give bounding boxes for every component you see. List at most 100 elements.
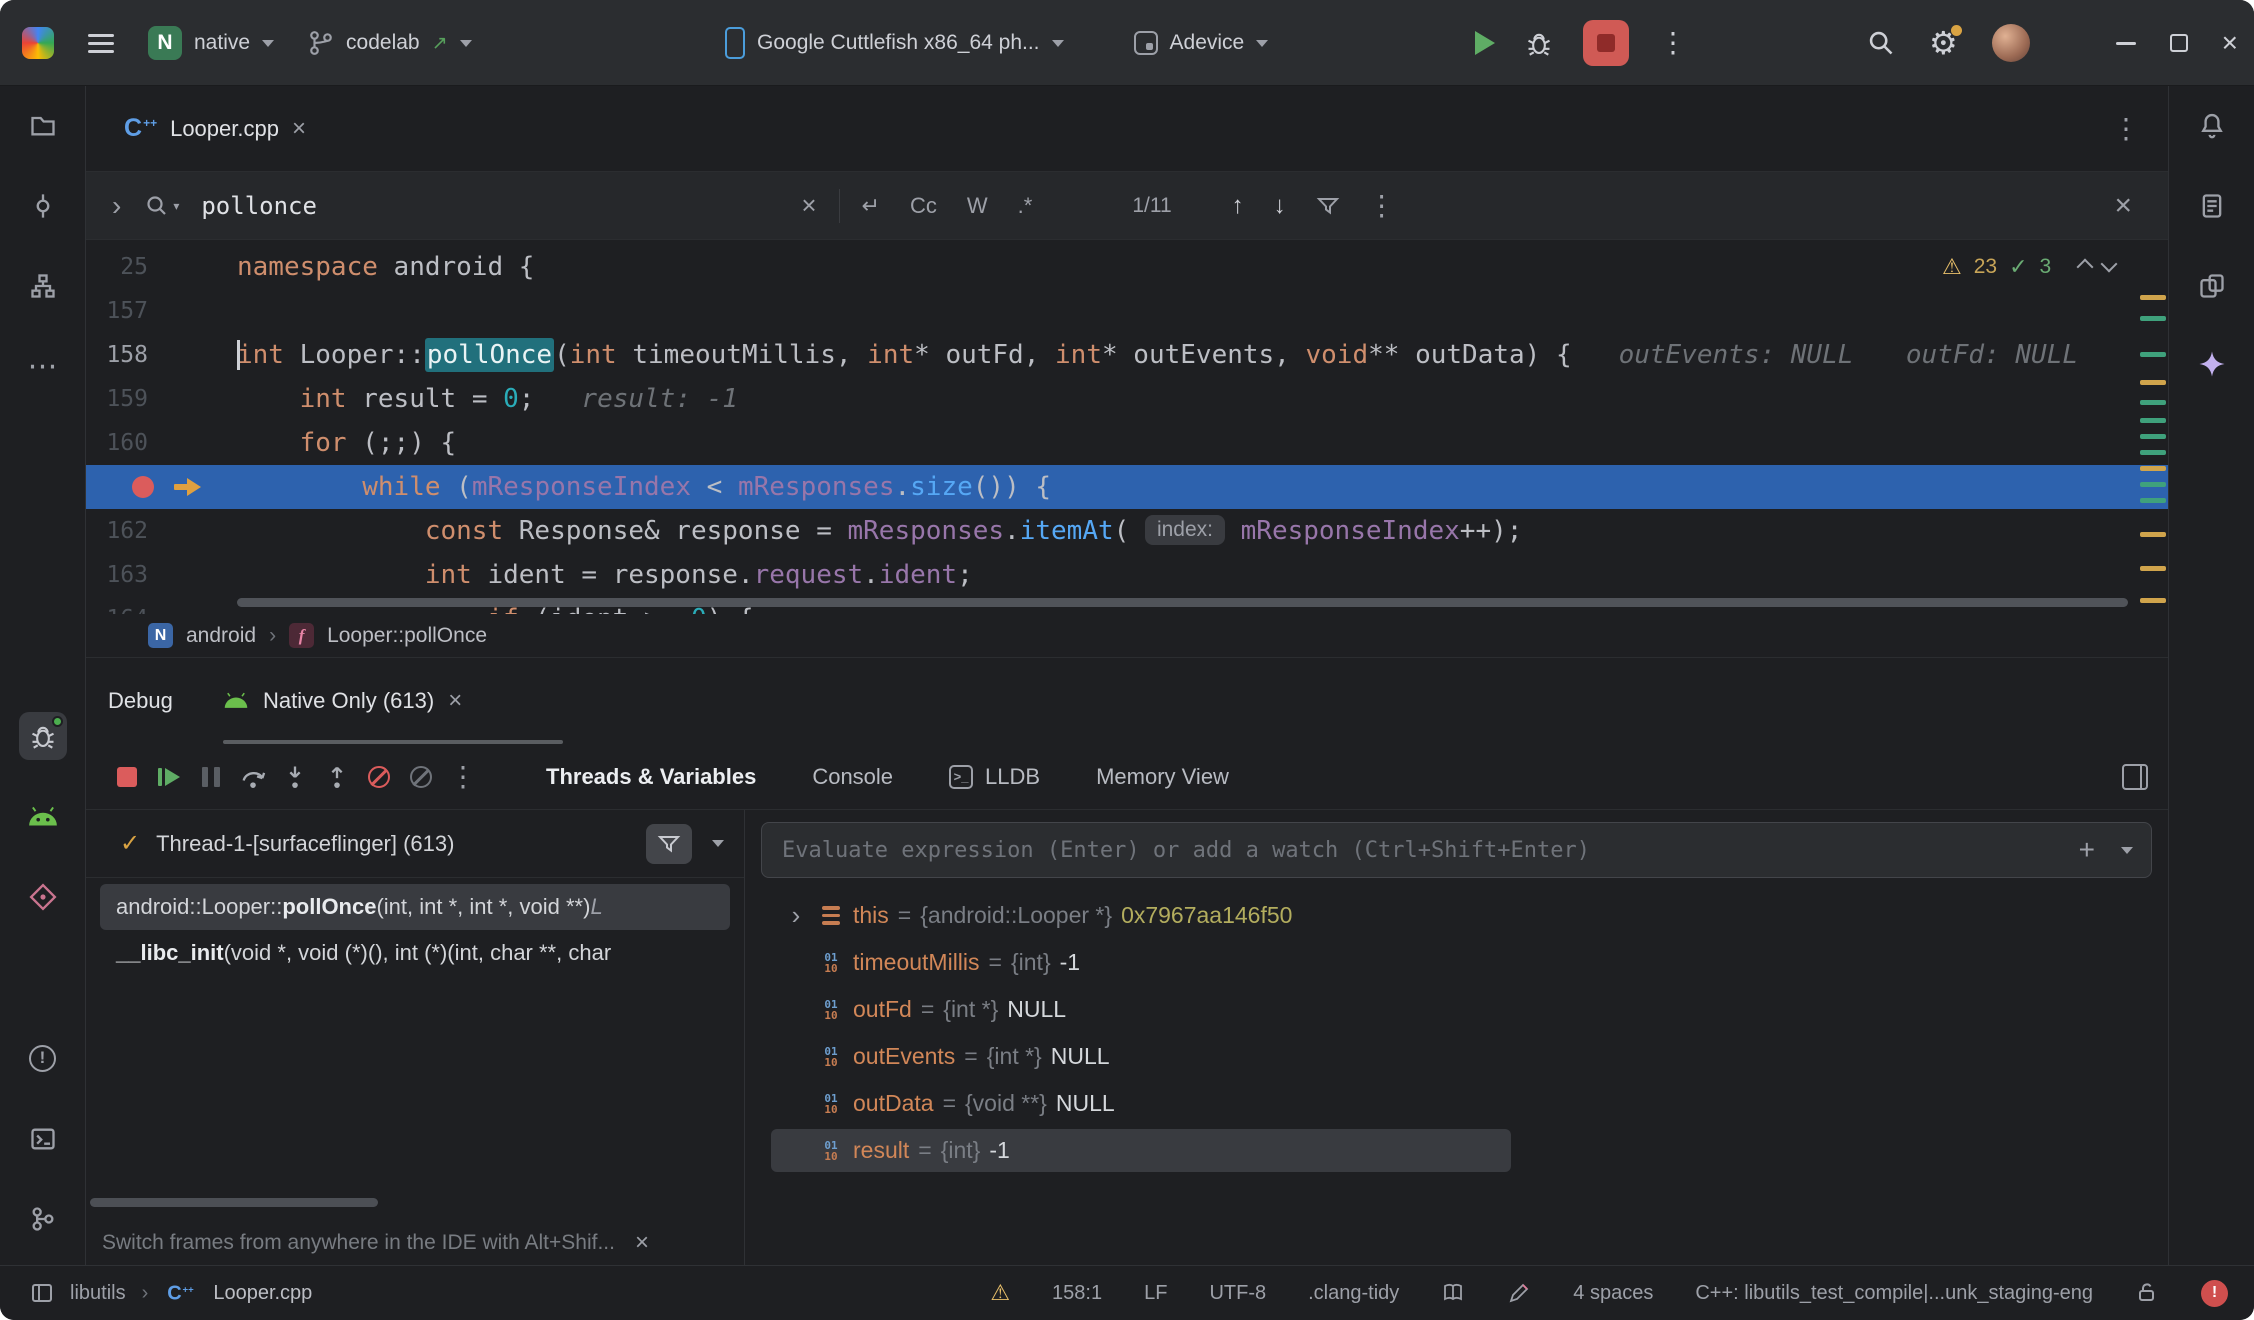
terminal-toolwindow-button[interactable] (19, 1115, 67, 1163)
app-quality-insights-button[interactable] (19, 873, 67, 921)
frame-row[interactable]: android::Looper::pollOnce(int, int *, in… (100, 884, 730, 930)
search-everywhere-icon[interactable] (1867, 29, 1895, 57)
user-avatar[interactable] (1992, 24, 2030, 62)
highlighting-level-icon[interactable] (1507, 1281, 1531, 1305)
chevron-right-icon[interactable]: › (112, 190, 121, 222)
editor-tab-looper[interactable]: C++ Looper.cpp × (114, 86, 316, 171)
step-into-button[interactable] (274, 756, 316, 798)
evaluate-expression-input[interactable]: Evaluate expression (Enter) or add a wat… (761, 822, 2152, 878)
status-file[interactable]: Looper.cpp (213, 1282, 312, 1305)
stripe-mark[interactable] (2140, 498, 2166, 503)
add-watch-icon[interactable]: + (2079, 836, 2095, 864)
frames-filter-button[interactable] (646, 824, 692, 864)
variable-row[interactable]: 0110outEvents={int *}NULL (745, 1033, 2168, 1080)
running-devices-button[interactable] (2188, 262, 2236, 310)
line-number-gutter[interactable]: 162 (86, 509, 237, 553)
window-minimize-button[interactable] (2116, 42, 2136, 45)
unlocked-icon[interactable] (2135, 1281, 2159, 1305)
search-input[interactable]: pollonce (201, 192, 801, 220)
code-line[interactable]: while (mResponseIndex < mResponses.size(… (86, 465, 2168, 509)
search-options-icon[interactable]: ⋮ (1368, 189, 1396, 222)
problems-toolwindow-button[interactable]: ! (19, 1034, 67, 1082)
more-actions-icon[interactable]: ⋮ (1659, 29, 1687, 57)
close-find-icon[interactable]: × (2114, 189, 2132, 223)
line-separator[interactable]: LF (1144, 1282, 1167, 1305)
regex-toggle[interactable]: .* (1018, 193, 1033, 219)
tab-lldb[interactable]: >_LLDB (949, 764, 1040, 790)
stripe-mark[interactable] (2140, 566, 2166, 571)
thread-selector[interactable]: ✓ Thread-1-[surfaceflinger] (613) (86, 810, 744, 878)
frame-row[interactable]: __libc_init(void *, void (*)(), int (*)(… (100, 930, 730, 976)
clang-tidy[interactable]: .clang-tidy (1308, 1282, 1399, 1305)
device-manager-button[interactable] (19, 793, 67, 841)
close-hint-icon[interactable]: × (635, 1229, 649, 1257)
previous-problem-icon[interactable] (2077, 259, 2094, 276)
code-line[interactable]: 159 int result = 0; result: -1 (86, 377, 2168, 421)
device-selector[interactable]: Google Cuttlefish x86_64 ph... (725, 27, 1064, 59)
expand-chevron-icon[interactable]: › (783, 900, 809, 931)
project-toolwindow-button[interactable] (19, 101, 67, 149)
toolwindow-panel-icon[interactable] (30, 1281, 54, 1305)
tab-options-icon[interactable]: ⋮ (2112, 112, 2140, 145)
settings-button[interactable]: ⚙ (1929, 27, 1958, 59)
variable-row[interactable]: 0110result={int}-1 (745, 1127, 2168, 1174)
structure-toolwindow-button[interactable] (19, 262, 67, 310)
ignore-breakpoints-button[interactable] (400, 756, 442, 798)
toolbar-more-icon[interactable]: ⋮ (442, 756, 484, 798)
line-number-gutter[interactable]: 164 (86, 597, 237, 614)
device-explorer-button[interactable] (2188, 182, 2236, 230)
next-match-icon[interactable]: ↓ (1274, 192, 1286, 220)
chevron-down-icon[interactable] (712, 840, 724, 847)
stripe-mark[interactable] (2140, 466, 2166, 471)
stripe-mark[interactable] (2140, 482, 2166, 487)
line-number-gutter[interactable]: 160 (86, 421, 237, 465)
debug-button[interactable] (1525, 29, 1553, 57)
branch-selector[interactable]: codelab ↗ (308, 30, 471, 56)
newline-toggle[interactable]: ↵ (862, 193, 880, 219)
gemini-button[interactable] (2188, 340, 2236, 388)
debug-session-tab[interactable]: Native Only (613) × (223, 658, 462, 744)
line-number-gutter[interactable]: 157 (86, 289, 237, 333)
stripe-mark[interactable] (2140, 295, 2166, 300)
search-mode-icon[interactable]: ▾ (145, 194, 179, 218)
stripe-mark[interactable] (2140, 532, 2166, 537)
line-number-gutter[interactable]: 163 (86, 553, 237, 597)
frames-scrollbar[interactable] (90, 1198, 378, 1207)
resume-button[interactable] (148, 756, 190, 798)
stop-process-button[interactable] (106, 756, 148, 798)
variable-row[interactable]: 0110timeoutMillis={int}-1 (745, 939, 2168, 986)
code-line[interactable]: 25namespace android { (86, 245, 2168, 289)
notifications-button[interactable] (2188, 101, 2236, 149)
line-number-gutter[interactable] (86, 465, 237, 509)
status-module[interactable]: libutils (70, 1282, 126, 1305)
version-control-button[interactable] (19, 1195, 67, 1243)
tab-threads-variables[interactable]: Threads & Variables (546, 764, 756, 790)
stripe-mark[interactable] (2140, 352, 2166, 357)
run-config-selector[interactable]: Adevice (1134, 31, 1269, 55)
code-line[interactable]: 160 for (;;) { (86, 421, 2168, 465)
pause-button[interactable] (190, 756, 232, 798)
tab-console[interactable]: Console (812, 764, 893, 790)
line-number-gutter[interactable]: 25 (86, 245, 237, 289)
breakpoint-icon[interactable] (132, 476, 154, 498)
clear-search-icon[interactable]: × (801, 190, 816, 221)
horizontal-scrollbar[interactable] (237, 598, 2128, 607)
stripe-mark[interactable] (2140, 316, 2166, 321)
main-menu-icon[interactable] (88, 34, 114, 53)
step-out-button[interactable] (316, 756, 358, 798)
variable-row[interactable]: ›this={android::Looper *}0x7967aa146f50 (745, 892, 2168, 939)
filter-search-icon[interactable] (1316, 194, 1340, 218)
code-line[interactable]: 163 int ident = response.request.ident; (86, 553, 2168, 597)
window-maximize-button[interactable] (2170, 34, 2188, 52)
status-warning-icon[interactable]: ⚠ (990, 1280, 1010, 1306)
chevron-down-icon[interactable] (2121, 847, 2133, 854)
variable-row[interactable]: 0110outFd={int *}NULL (745, 986, 2168, 1033)
window-close-button[interactable]: × (2222, 29, 2238, 57)
reader-mode-icon[interactable] (1441, 1281, 1465, 1305)
variable-row[interactable]: 0110outData={void **}NULL (745, 1080, 2168, 1127)
inspections-widget[interactable]: ⚠ 23 ✓ 3 (1942, 254, 2115, 280)
code-line[interactable]: 158int Looper::pollOnce(int timeoutMilli… (86, 333, 2168, 377)
tab-close-icon[interactable]: × (292, 117, 306, 141)
line-number-gutter[interactable]: 159 (86, 377, 237, 421)
more-toolwindows-button[interactable]: ⋯ (19, 342, 67, 390)
